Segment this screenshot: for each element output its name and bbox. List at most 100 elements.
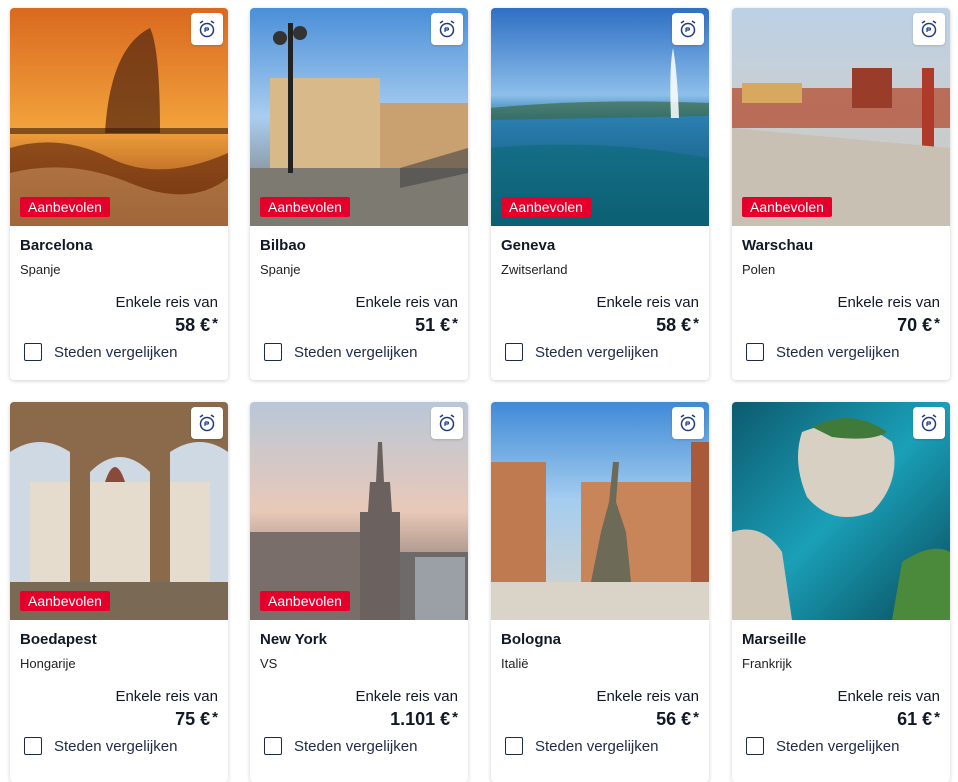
- alarm-clock-icon[interactable]: [913, 407, 945, 439]
- compare-label[interactable]: Steden vergelijken: [776, 344, 899, 361]
- city-name[interactable]: Bilbao: [260, 237, 306, 254]
- compare-checkbox[interactable]: [264, 737, 282, 755]
- price-footnote-mark: *: [452, 709, 458, 726]
- city-name[interactable]: Geneva: [501, 237, 555, 254]
- compare-cities-toggle[interactable]: Steden vergelijken: [24, 343, 177, 361]
- compare-checkbox[interactable]: [24, 737, 42, 755]
- compare-label[interactable]: Steden vergelijken: [294, 738, 417, 755]
- country-name: Hongarije: [20, 656, 76, 671]
- destination-image[interactable]: Aanbevolen: [250, 8, 468, 226]
- compare-cities-toggle[interactable]: Steden vergelijken: [24, 737, 177, 755]
- from-label: Enkele reis van: [837, 688, 940, 705]
- destination-card-bilbao[interactable]: Aanbevolen Bilbao Spanje Enkele reis van…: [250, 8, 468, 380]
- price: 56 € *: [656, 709, 699, 730]
- compare-checkbox[interactable]: [746, 343, 764, 361]
- price-footnote-mark: *: [693, 709, 699, 726]
- price: 51 € *: [415, 315, 458, 336]
- price: 75 € *: [175, 709, 218, 730]
- destination-grid: Aanbevolen Barcelona Spanje Enkele reis …: [0, 0, 958, 782]
- from-label: Enkele reis van: [355, 688, 458, 705]
- destination-image[interactable]: Aanbevolen: [250, 402, 468, 620]
- recommended-badge: Aanbevolen: [742, 197, 832, 217]
- destination-card-new-york[interactable]: Aanbevolen New York VS Enkele reis van 1…: [250, 402, 468, 782]
- price: 61 € *: [897, 709, 940, 730]
- compare-label[interactable]: Steden vergelijken: [535, 344, 658, 361]
- compare-label[interactable]: Steden vergelijken: [54, 344, 177, 361]
- price-footnote-mark: *: [452, 315, 458, 332]
- compare-checkbox[interactable]: [505, 343, 523, 361]
- country-name: Italië: [501, 656, 529, 671]
- alarm-clock-icon[interactable]: [191, 407, 223, 439]
- compare-cities-toggle[interactable]: Steden vergelijken: [264, 343, 417, 361]
- destination-image[interactable]: Aanbevolen: [491, 8, 709, 226]
- price-value: 70 €: [897, 315, 933, 335]
- country-name: Spanje: [20, 262, 61, 277]
- city-name[interactable]: Barcelona: [20, 237, 93, 254]
- city-name[interactable]: Boedapest: [20, 631, 97, 648]
- compare-checkbox[interactable]: [505, 737, 523, 755]
- recommended-badge: Aanbevolen: [501, 197, 591, 217]
- price-footnote-mark: *: [212, 315, 218, 332]
- price: 1.101 € *: [390, 709, 458, 730]
- from-label: Enkele reis van: [355, 294, 458, 311]
- destination-card-barcelona[interactable]: Aanbevolen Barcelona Spanje Enkele reis …: [10, 8, 228, 380]
- city-name[interactable]: New York: [260, 631, 327, 648]
- price: 70 € *: [897, 315, 940, 336]
- from-label: Enkele reis van: [596, 294, 699, 311]
- from-label: Enkele reis van: [115, 294, 218, 311]
- price-footnote-mark: *: [212, 709, 218, 726]
- destination-image[interactable]: [491, 402, 709, 620]
- country-name: Polen: [742, 262, 776, 277]
- compare-cities-toggle[interactable]: Steden vergelijken: [505, 737, 658, 755]
- price-value: 51 €: [415, 315, 451, 335]
- recommended-badge: Aanbevolen: [20, 591, 110, 611]
- price-value: 1.101 €: [390, 709, 451, 729]
- city-name[interactable]: Marseille: [742, 631, 806, 648]
- destination-image[interactable]: Aanbevolen: [10, 8, 228, 226]
- price-value: 58 €: [656, 315, 692, 335]
- destination-card-bologna[interactable]: Bologna Italië Enkele reis van 56 € * Ste…: [491, 402, 709, 782]
- destination-card-geneva[interactable]: Aanbevolen Geneva Zwitserland Enkele rei…: [491, 8, 709, 380]
- compare-label[interactable]: Steden vergelijken: [776, 738, 899, 755]
- compare-checkbox[interactable]: [746, 737, 764, 755]
- price: 58 € *: [656, 315, 699, 336]
- destination-card-boedapest[interactable]: Aanbevolen Boedapest Hongarije Enkele re…: [10, 402, 228, 782]
- compare-label[interactable]: Steden vergelijken: [54, 738, 177, 755]
- country-name: Frankrijk: [742, 656, 792, 671]
- destination-image[interactable]: Aanbevolen: [732, 8, 950, 226]
- price-value: 61 €: [897, 709, 933, 729]
- compare-cities-toggle[interactable]: Steden vergelijken: [264, 737, 417, 755]
- price-footnote-mark: *: [693, 315, 699, 332]
- compare-cities-toggle[interactable]: Steden vergelijken: [505, 343, 658, 361]
- recommended-badge: Aanbevolen: [260, 591, 350, 611]
- destination-image[interactable]: Aanbevolen: [10, 402, 228, 620]
- alarm-clock-icon[interactable]: [191, 13, 223, 45]
- alarm-clock-icon[interactable]: [672, 407, 704, 439]
- city-name[interactable]: Warschau: [742, 237, 813, 254]
- from-label: Enkele reis van: [837, 294, 940, 311]
- compare-cities-toggle[interactable]: Steden vergelijken: [746, 737, 899, 755]
- price-value: 75 €: [175, 709, 211, 729]
- compare-cities-toggle[interactable]: Steden vergelijken: [746, 343, 899, 361]
- city-name[interactable]: Bologna: [501, 631, 561, 648]
- price-value: 56 €: [656, 709, 692, 729]
- alarm-clock-icon[interactable]: [431, 13, 463, 45]
- country-name: VS: [260, 656, 278, 671]
- alarm-clock-icon[interactable]: [672, 13, 704, 45]
- destination-card-marseille[interactable]: Marseille Frankrijk Enkele reis van 61 €…: [732, 402, 950, 782]
- price-value: 58 €: [175, 315, 211, 335]
- alarm-clock-icon[interactable]: [431, 407, 463, 439]
- compare-checkbox[interactable]: [264, 343, 282, 361]
- recommended-badge: Aanbevolen: [20, 197, 110, 217]
- destination-image[interactable]: [732, 402, 950, 620]
- compare-label[interactable]: Steden vergelijken: [294, 344, 417, 361]
- from-label: Enkele reis van: [115, 688, 218, 705]
- alarm-clock-icon[interactable]: [913, 13, 945, 45]
- compare-label[interactable]: Steden vergelijken: [535, 738, 658, 755]
- compare-checkbox[interactable]: [24, 343, 42, 361]
- price: 58 € *: [175, 315, 218, 336]
- country-name: Zwitserland: [501, 262, 568, 277]
- destination-card-warschau[interactable]: Aanbevolen Warschau Polen Enkele reis va…: [732, 8, 950, 380]
- country-name: Spanje: [260, 262, 301, 277]
- from-label: Enkele reis van: [596, 688, 699, 705]
